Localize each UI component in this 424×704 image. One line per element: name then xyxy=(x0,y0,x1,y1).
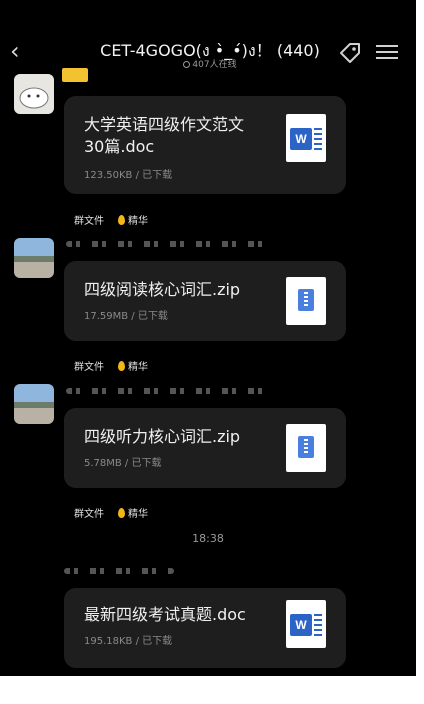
avatar[interactable] xyxy=(14,74,54,114)
group-file-tag[interactable]: 群文件 xyxy=(74,362,104,373)
chat-screen: ‹ CET-4GOGO(ง •̀_•́)ง！ (440) 407人在线 大学英语… xyxy=(0,0,416,676)
file-name: 最新四级考试真题.doc xyxy=(84,605,246,624)
file-meta: 123.50KB / 已下载 xyxy=(84,170,173,181)
group-file-tag[interactable]: 群文件 xyxy=(74,509,104,520)
clock-icon xyxy=(183,61,191,68)
online-count: 407人在线 xyxy=(60,57,360,70)
file-message[interactable]: 四级听力核心词汇.zip 5.78MB / 已下载 xyxy=(64,408,346,488)
word-file-icon: W xyxy=(286,600,326,648)
avatar[interactable] xyxy=(14,238,54,278)
file-message[interactable]: 大学英语四级作文范文 30篇.doc 123.50KB / 已下载 W xyxy=(64,96,346,194)
file-tags: 群文件 精华 xyxy=(74,505,148,520)
file-name-line2: 30篇.doc xyxy=(84,137,155,156)
zip-file-icon xyxy=(286,424,326,472)
essence-tag[interactable]: 精华 xyxy=(128,509,148,520)
file-tags: 群文件 精华 xyxy=(74,212,148,227)
essence-tag[interactable]: 精华 xyxy=(128,362,148,373)
flame-icon xyxy=(118,508,125,518)
flame-icon xyxy=(118,361,125,371)
file-name: 四级听力核心词汇.zip xyxy=(84,427,241,446)
essence-tag[interactable]: 精华 xyxy=(128,216,148,227)
group-file-tag[interactable]: 群文件 xyxy=(74,216,104,227)
tag-icon[interactable] xyxy=(338,41,362,65)
file-tags: 群文件 精华 xyxy=(74,358,148,373)
flame-icon xyxy=(118,215,125,225)
file-message[interactable]: 最新四级考试真题.doc 195.18KB / 已下载 W xyxy=(64,588,346,668)
chevron-left-icon[interactable]: ‹ xyxy=(10,37,32,65)
file-message[interactable]: 四级阅读核心词汇.zip 17.59MB / 已下载 xyxy=(64,261,346,341)
group-folder-icon xyxy=(62,68,88,82)
file-name-line1: 大学英语四级作文范文 xyxy=(84,115,245,134)
word-file-icon: W xyxy=(286,114,326,162)
file-name: 大学英语四级作文范文 30篇.doc xyxy=(84,114,244,158)
menu-icon[interactable] xyxy=(376,42,398,62)
sender-name xyxy=(64,568,174,574)
file-meta: 17.59MB / 已下载 xyxy=(84,311,168,322)
avatar[interactable] xyxy=(14,384,54,424)
sender-name xyxy=(66,388,266,394)
timestamp: 18:38 xyxy=(192,532,224,545)
file-meta: 5.78MB / 已下载 xyxy=(84,458,162,469)
zip-file-icon xyxy=(286,277,326,325)
online-count-text: 407人在线 xyxy=(192,60,237,70)
file-name: 四级阅读核心词汇.zip xyxy=(84,280,241,299)
file-meta: 195.18KB / 已下载 xyxy=(84,636,173,647)
sender-name xyxy=(66,241,266,247)
